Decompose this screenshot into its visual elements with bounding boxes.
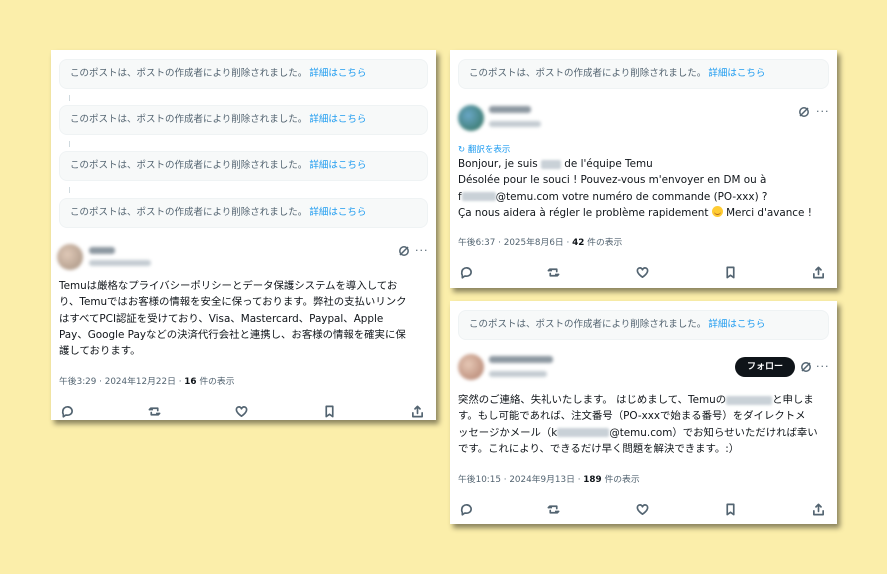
translate-label: 翻訳を表示 xyxy=(467,145,511,155)
post-text: Bonjour, je suis de l'équipe Temu Désolé… xyxy=(458,156,828,221)
details-link[interactable]: 詳細はこちら xyxy=(309,114,366,125)
left-post-card: このポストは、ポストの作成者により削除されました。 詳細はこちら このポストは、ポ… xyxy=(51,50,436,420)
views-label: 件の表示 xyxy=(584,238,623,248)
author-handle[interactable] xyxy=(489,121,541,127)
author-name[interactable] xyxy=(89,247,115,254)
redacted-name xyxy=(726,395,773,405)
details-link[interactable]: 詳細はこちら xyxy=(309,160,366,171)
more-icon[interactable]: ··· xyxy=(816,106,830,117)
deleted-notice-text: このポストは、ポストの作成者により削除されました。 xyxy=(70,207,308,218)
share-icon[interactable] xyxy=(411,405,424,418)
reply-icon[interactable] xyxy=(460,266,473,279)
redacted-email xyxy=(557,428,610,438)
like-icon[interactable] xyxy=(636,266,649,279)
translate-link[interactable]: ↻ 翻訳を表示 xyxy=(458,143,510,155)
deleted-notice-text: このポストは、ポストの作成者により削除されました。 xyxy=(70,160,308,171)
details-link[interactable]: 詳細はこちら xyxy=(309,207,366,218)
post-line: です。これにより、できるだけ早く問題を解決できます。:） xyxy=(458,442,740,455)
deleted-post-notice: このポストは、ポストの作成者により削除されました。 詳細はこちら xyxy=(458,59,829,89)
post-meta: 午後3:29 · 2024年12月22日 · 16 件の表示 xyxy=(59,374,235,387)
author-handle[interactable] xyxy=(89,260,151,266)
more-icon[interactable]: ··· xyxy=(816,361,830,372)
post-line: Ça nous aidera à régler le problème rapi… xyxy=(458,205,812,219)
details-link[interactable]: 詳細はこちら xyxy=(309,68,366,79)
post-text: 突然のご連絡、失礼いたします。 はじめまして、Temuの と申しま す。もし可能で… xyxy=(458,392,830,457)
author-name[interactable] xyxy=(489,106,531,113)
share-icon[interactable] xyxy=(812,266,825,279)
share-icon[interactable] xyxy=(812,503,825,516)
grok-icon[interactable] xyxy=(398,245,410,260)
post-meta: 午後10:15 · 2024年9月13日 · 189 件の表示 xyxy=(458,472,640,485)
views-count: 42 xyxy=(572,238,585,248)
post-timestamp[interactable]: 午後3:29 · 2024年12月22日 · xyxy=(59,377,184,387)
views-label: 件の表示 xyxy=(601,475,640,485)
thread-connector xyxy=(69,187,70,193)
action-bar xyxy=(59,405,428,420)
details-link[interactable]: 詳細はこちら xyxy=(708,68,765,79)
grok-icon[interactable] xyxy=(798,106,810,121)
post-line: Bonjour, je suis de l'équipe Temu xyxy=(458,158,653,170)
deleted-post-notice: このポストは、ポストの作成者により削除されました。 詳細はこちら xyxy=(59,198,428,228)
post-meta: 午後6:37 · 2025年8月6日 · 42 件の表示 xyxy=(458,235,622,248)
bookmark-icon[interactable] xyxy=(323,405,336,418)
translate-icon: ↻ xyxy=(458,145,468,155)
bottom-right-post-card: このポストは、ポストの作成者により削除されました。 詳細はこちら フォロー ···… xyxy=(450,301,837,524)
redacted-name xyxy=(540,159,561,169)
deleted-post-notice: このポストは、ポストの作成者により削除されました。 詳細はこちら xyxy=(59,59,428,89)
bookmark-icon[interactable] xyxy=(724,503,737,516)
action-bar xyxy=(458,503,829,519)
author-name[interactable] xyxy=(489,356,553,363)
author-handle[interactable] xyxy=(489,371,547,377)
deleted-post-notice: このポストは、ポストの作成者により削除されました。 詳細はこちら xyxy=(458,310,829,340)
deleted-post-notice: このポストは、ポストの作成者により削除されました。 詳細はこちら xyxy=(59,105,428,135)
post-line: Désolée pour le souci ! Pouvez-vous m'en… xyxy=(458,174,767,187)
details-link[interactable]: 詳細はこちら xyxy=(708,319,765,330)
smile-emoji-icon xyxy=(711,205,723,217)
repost-icon[interactable] xyxy=(148,405,161,418)
views-count: 189 xyxy=(583,475,602,485)
reply-icon[interactable] xyxy=(61,405,74,418)
views-count: 16 xyxy=(184,377,197,387)
avatar[interactable] xyxy=(458,105,484,131)
post-text: Temuは厳格なプライバシーポリシーとデータ保護システムを導入しており、Temu… xyxy=(59,280,407,358)
post-timestamp[interactable]: 午後10:15 · 2024年9月13日 · xyxy=(458,475,583,485)
follow-button[interactable]: フォロー xyxy=(735,357,795,377)
repost-icon[interactable] xyxy=(547,266,560,279)
post-line: 突然のご連絡、失礼いたします。 はじめまして、Temuの と申しま xyxy=(458,394,814,406)
views-label: 件の表示 xyxy=(196,377,235,387)
deleted-notice-text: このポストは、ポストの作成者により削除されました。 xyxy=(70,68,308,79)
like-icon[interactable] xyxy=(235,405,248,418)
post-line: す。もし可能であれば、注文番号（PO-xxxで始まる番号）をダイレクトメ xyxy=(458,410,806,423)
grok-icon[interactable] xyxy=(800,361,812,376)
thread-connector xyxy=(69,95,70,101)
redacted-email xyxy=(461,192,496,202)
top-right-post-card: このポストは、ポストの作成者により削除されました。 詳細はこちら ··· ↻ 翻訳… xyxy=(450,50,837,288)
action-bar xyxy=(458,266,829,282)
thread-connector xyxy=(69,141,70,147)
avatar[interactable] xyxy=(458,354,484,380)
post-line: ッセージかメール（k @temu.com）でお知らせいただければ幸い xyxy=(458,426,818,439)
post-line: f @temu.com votre numéro de commande (PO-… xyxy=(458,190,768,203)
more-icon[interactable]: ··· xyxy=(415,245,429,256)
repost-icon[interactable] xyxy=(547,503,560,516)
deleted-notice-text: このポストは、ポストの作成者により削除されました。 xyxy=(469,319,707,330)
bookmark-icon[interactable] xyxy=(724,266,737,279)
deleted-post-notice: このポストは、ポストの作成者により削除されました。 詳細はこちら xyxy=(59,151,428,181)
reply-icon[interactable] xyxy=(460,503,473,516)
post-timestamp[interactable]: 午後6:37 · 2025年8月6日 · xyxy=(458,238,572,248)
deleted-notice-text: このポストは、ポストの作成者により削除されました。 xyxy=(469,68,707,79)
avatar[interactable] xyxy=(57,244,83,270)
deleted-notice-text: このポストは、ポストの作成者により削除されました。 xyxy=(70,114,308,125)
like-icon[interactable] xyxy=(636,503,649,516)
